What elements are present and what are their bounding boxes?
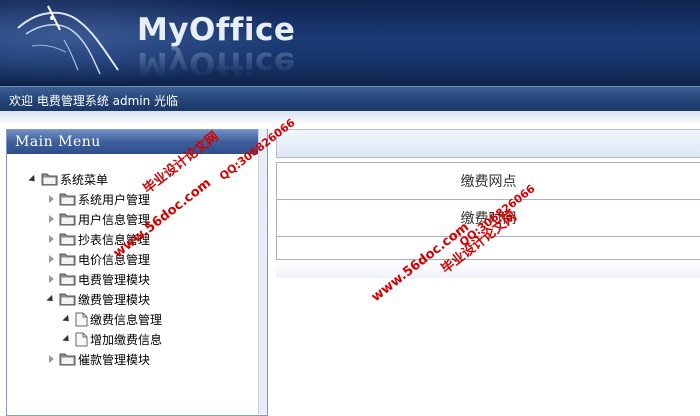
- menu-scrollbar[interactable]: [258, 129, 267, 414]
- expanded-arrow-icon[interactable]: [46, 294, 55, 303]
- bird-logo-icon: [8, 0, 128, 86]
- tree-root[interactable]: 系统菜单: [29, 170, 108, 188]
- collapsed-arrow-icon[interactable]: [49, 195, 54, 203]
- menu-item-label: 缴费管理模块: [78, 291, 150, 308]
- folder-icon: [59, 292, 76, 306]
- menu-item-label: 用户信息管理: [78, 211, 150, 228]
- content-area: 缴费网点 缴费时间: [276, 129, 700, 409]
- file-icon: [75, 312, 88, 327]
- collapsed-arrow-icon[interactable]: [49, 235, 54, 243]
- folder-icon: [59, 232, 76, 246]
- collapsed-arrow-icon[interactable]: [49, 255, 54, 263]
- leaf-marker-icon: [62, 334, 71, 343]
- submenu-item-label: 增加缴费信息: [90, 331, 162, 348]
- collapsed-arrow-icon[interactable]: [49, 355, 54, 363]
- folder-icon: [59, 252, 76, 266]
- collapsed-arrow-icon[interactable]: [49, 215, 54, 223]
- field-label-payment-point: 缴费网点: [277, 163, 700, 200]
- menu-item-label: 电费管理模块: [78, 271, 150, 288]
- menu-item-dunning-management[interactable]: 催款管理模块: [47, 350, 150, 368]
- submenu-item-payment-info[interactable]: 缴费信息管理: [63, 310, 162, 328]
- app-logo-text: MyOffice: [137, 12, 295, 48]
- menu-item-user-info[interactable]: 用户信息管理: [47, 210, 150, 228]
- folder-icon: [59, 352, 76, 366]
- file-icon: [75, 332, 88, 347]
- menu-item-fee-management[interactable]: 电费管理模块: [47, 270, 150, 288]
- menu-item-price-info[interactable]: 电价信息管理: [47, 250, 150, 268]
- header-banner: MyOffice MyOffice: [0, 0, 700, 86]
- content-footer: [276, 260, 700, 278]
- menu-item-system-users[interactable]: 系统用户管理: [47, 190, 150, 208]
- welcome-bar: 欢迎 电费管理系统 admin 光临: [0, 86, 700, 112]
- app-logo-reflection: MyOffice: [137, 47, 295, 78]
- menu-item-label: 系统用户管理: [78, 191, 150, 208]
- submenu-item-add-payment[interactable]: 增加缴费信息: [63, 330, 162, 348]
- folder-icon: [59, 212, 76, 226]
- content-header-bar: [276, 129, 700, 158]
- menu-item-payment-management[interactable]: 缴费管理模块: [47, 290, 150, 308]
- welcome-text: 欢迎 电费管理系统 admin 光临: [9, 92, 178, 109]
- expanded-arrow-icon[interactable]: [28, 174, 37, 183]
- folder-icon: [59, 272, 76, 286]
- header-divider: [0, 111, 700, 125]
- main-menu-title: Main Menu: [7, 130, 267, 154]
- submenu-item-label: 缴费信息管理: [90, 311, 162, 328]
- menu-item-label: 催款管理模块: [78, 351, 150, 368]
- leaf-marker-icon: [62, 314, 71, 323]
- collapsed-arrow-icon[interactable]: [49, 275, 54, 283]
- folder-icon: [59, 192, 76, 206]
- tree-root-label: 系统菜单: [60, 171, 108, 188]
- folder-icon: [41, 172, 58, 186]
- table-row: 缴费网点: [277, 163, 700, 200]
